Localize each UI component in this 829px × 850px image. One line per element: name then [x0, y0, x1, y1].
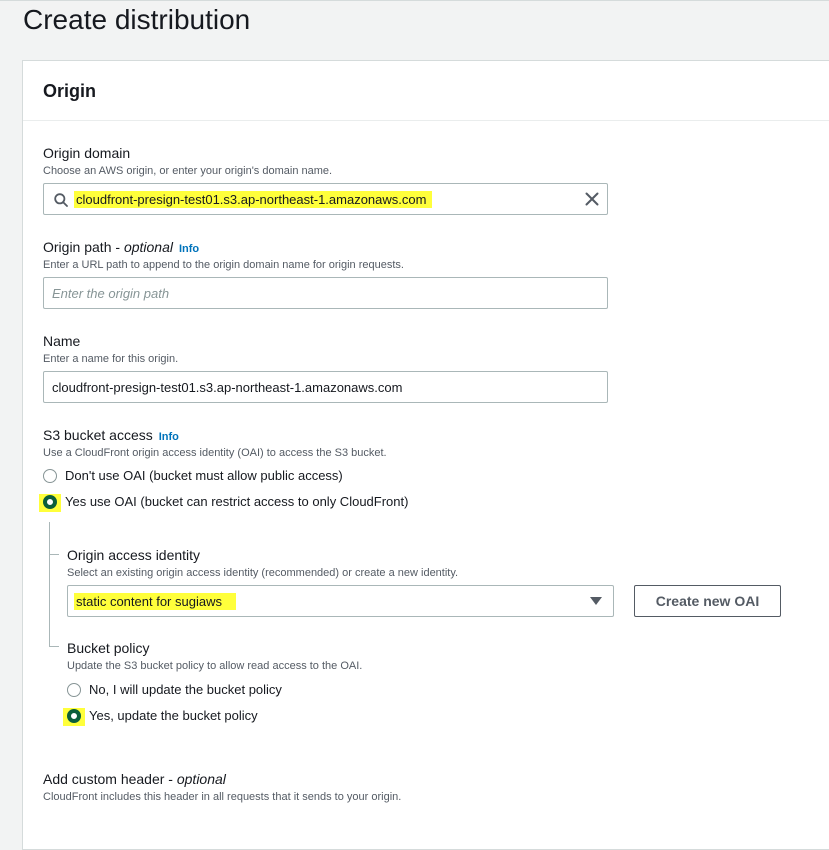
oai-select[interactable]: static content for sugiaws: [67, 585, 614, 617]
bucket-policy-label: Bucket policy: [67, 640, 150, 656]
origin-path-label: Origin path - optional Info: [43, 238, 199, 258]
optional-text: optional: [176, 771, 226, 787]
radio-button-selected[interactable]: [43, 495, 57, 509]
origin-domain-value: cloudfront-presign-test01.s3.ap-northeas…: [74, 191, 433, 208]
origin-domain-description: Choose an AWS origin, or enter your orig…: [43, 165, 333, 177]
tree-connector: [49, 522, 50, 646]
section-title: Origin: [43, 81, 96, 101]
oai-selected-value: static content for sugiaws: [74, 593, 236, 610]
oai-label: Origin access identity: [67, 547, 201, 563]
name-value: cloudfront-presign-test01.s3.ap-northeas…: [52, 380, 403, 395]
top-divider: [0, 0, 829, 1]
radio-wrapper: [63, 708, 85, 726]
radio-option-no-oai[interactable]: Don't use OAI (bucket must allow public …: [43, 466, 343, 486]
radio-label: Don't use OAI (bucket must allow public …: [65, 468, 343, 483]
radio-label: Yes use OAI (bucket can restrict access …: [65, 494, 409, 509]
tree-branch: [49, 554, 59, 555]
tree-branch: [49, 646, 59, 647]
create-new-oai-button[interactable]: Create new OAI: [634, 585, 781, 617]
s3-bucket-access-info-link[interactable]: Info: [159, 431, 179, 443]
radio-button-selected[interactable]: [67, 709, 81, 723]
radio-option-yes-oai[interactable]: Yes use OAI (bucket can restrict access …: [39, 492, 409, 512]
origin-path-label-text: Origin path -: [43, 239, 124, 255]
optional-text: optional: [123, 239, 173, 255]
s3-bucket-access-description: Use a CloudFront origin access identity …: [43, 447, 387, 459]
radio-button[interactable]: [43, 469, 57, 483]
origin-path-input[interactable]: Enter the origin path: [43, 277, 608, 309]
radio-label: Yes, update the bucket policy: [89, 708, 258, 723]
origin-domain-label: Origin domain: [43, 145, 131, 161]
radio-option-no-update-policy[interactable]: No, I will update the bucket policy: [67, 680, 282, 700]
caret-down-icon: [590, 597, 602, 605]
origin-path-placeholder: Enter the origin path: [52, 286, 170, 301]
origin-path-description: Enter a URL path to append to the origin…: [43, 259, 404, 271]
radio-option-update-policy[interactable]: Yes, update the bucket policy: [63, 706, 258, 726]
clear-icon[interactable]: [585, 192, 599, 206]
page-title: Create distribution: [23, 4, 251, 35]
custom-header-description: CloudFront includes this header in all r…: [43, 791, 402, 803]
name-label: Name: [43, 333, 81, 349]
custom-header-label-text: Add custom header -: [43, 771, 177, 787]
bucket-policy-description: Update the S3 bucket policy to allow rea…: [67, 660, 363, 672]
origin-panel-header: Origin: [23, 61, 829, 121]
name-input[interactable]: cloudfront-presign-test01.s3.ap-northeas…: [43, 371, 608, 403]
radio-label: No, I will update the bucket policy: [89, 682, 282, 697]
oai-description: Select an existing origin access identit…: [67, 567, 459, 579]
radio-wrapper: [39, 494, 61, 512]
search-icon: [54, 193, 68, 207]
radio-button[interactable]: [67, 683, 81, 697]
s3-bucket-access-label-text: S3 bucket access: [43, 427, 153, 443]
name-description: Enter a name for this origin.: [43, 353, 179, 365]
custom-header-label: Add custom header - optional: [43, 770, 226, 788]
origin-domain-input[interactable]: cloudfront-presign-test01.s3.ap-northeas…: [43, 183, 608, 215]
s3-bucket-access-label: S3 bucket access Info: [43, 426, 179, 446]
origin-path-info-link[interactable]: Info: [179, 243, 199, 255]
